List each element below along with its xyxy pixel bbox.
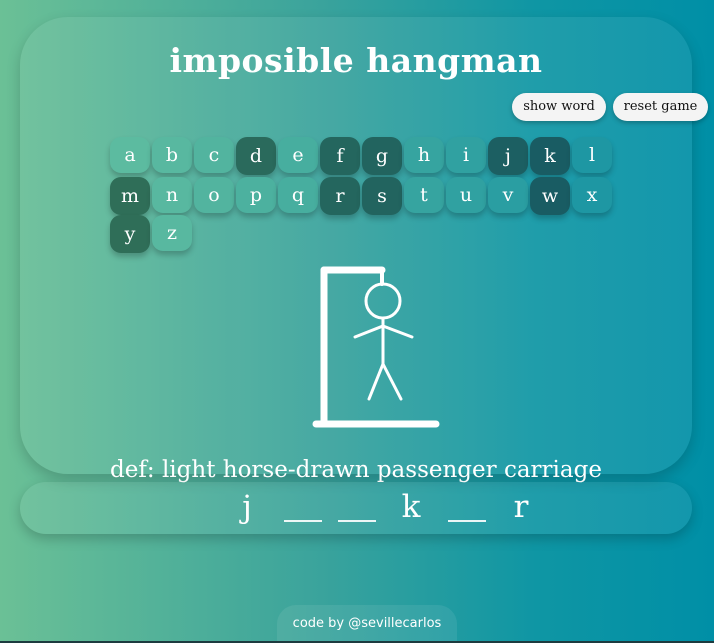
key-k-used[interactable]: k (530, 137, 570, 175)
key-c[interactable]: c (194, 137, 234, 173)
key-r-used[interactable]: r (320, 177, 360, 215)
letter-slot-blank (280, 490, 326, 526)
key-x[interactable]: x (572, 177, 612, 213)
key-o[interactable]: o (194, 177, 234, 213)
key-v[interactable]: v (488, 177, 528, 213)
letter-slot: j (242, 489, 252, 525)
key-h[interactable]: h (404, 137, 444, 173)
key-s-used[interactable]: s (362, 177, 402, 215)
letter-slots: j k r (230, 482, 540, 534)
author-credit-link[interactable]: code by @sevillecarlos (277, 605, 457, 643)
game-card: imposible hangman show word reset game a… (20, 17, 708, 483)
key-y-used[interactable]: y (110, 215, 150, 253)
letter-slot-blank (334, 490, 380, 526)
key-z[interactable]: z (152, 215, 192, 251)
key-p[interactable]: p (236, 177, 276, 213)
letter-slot: k (401, 489, 421, 525)
key-a[interactable]: a (110, 137, 150, 173)
hangman-right-arm (381, 324, 414, 339)
key-e[interactable]: e (278, 137, 318, 173)
key-m-used[interactable]: m (110, 177, 150, 215)
key-j-used[interactable]: j (488, 137, 528, 175)
page-title: imposible hangman (169, 41, 543, 80)
hangman-left-leg (367, 362, 385, 401)
hangman-figure (312, 266, 440, 428)
show-word-button[interactable]: show word (512, 93, 606, 121)
word-definition: def: light horse-drawn passenger carriag… (110, 457, 602, 483)
key-q[interactable]: q (278, 177, 318, 213)
word-display: j k r (20, 482, 692, 534)
hangman-head (364, 282, 402, 320)
key-d-used[interactable]: d (236, 137, 276, 175)
letter-slot-blank (444, 490, 490, 526)
key-i[interactable]: i (446, 137, 486, 173)
key-w-used[interactable]: w (530, 177, 570, 215)
key-b[interactable]: b (152, 137, 192, 173)
key-n[interactable]: n (152, 177, 192, 213)
hangman-left-arm (353, 324, 385, 339)
reset-game-button[interactable]: reset game (613, 93, 708, 121)
key-u[interactable]: u (446, 177, 486, 213)
key-g-used[interactable]: g (362, 137, 402, 175)
key-t[interactable]: t (404, 177, 444, 213)
key-f-used[interactable]: f (320, 137, 360, 175)
hangman-right-leg (381, 362, 403, 401)
key-l[interactable]: l (572, 137, 612, 173)
letter-slot: r (513, 489, 529, 525)
